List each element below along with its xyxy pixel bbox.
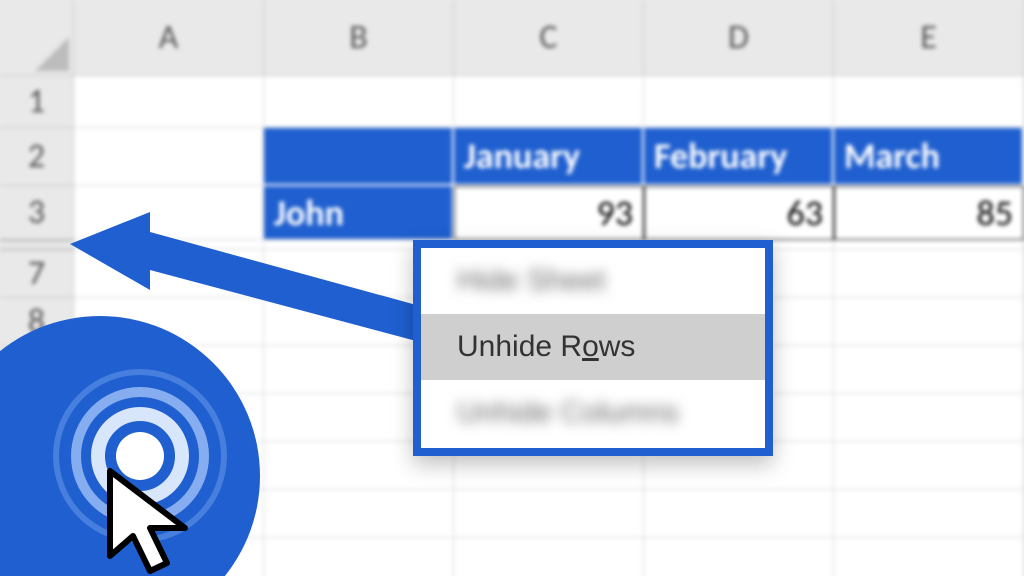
cell-C1[interactable] — [454, 76, 644, 128]
cell-D2-header[interactable]: February — [644, 128, 834, 186]
context-menu: Hide Sheet Unhide Rows Unhide Columns — [413, 240, 773, 456]
cell-E8[interactable] — [834, 298, 1024, 346]
cell-D3-value[interactable]: 63 — [644, 186, 834, 240]
cell-E1[interactable] — [834, 76, 1024, 128]
cell-B2[interactable] — [264, 128, 454, 186]
row-header-1[interactable]: 1 — [0, 76, 74, 128]
menu-item-unhide-columns[interactable]: Unhide Columns — [421, 380, 765, 446]
cell-C2-header[interactable]: January — [454, 128, 644, 186]
col-header-E[interactable]: E — [834, 0, 1024, 76]
row-2: 2 January February March — [0, 128, 1024, 186]
column-header-row: A B C D E — [0, 0, 1024, 76]
col-header-A[interactable]: A — [74, 0, 264, 76]
col-header-B[interactable]: B — [264, 0, 454, 76]
row-3: 3 John 93 63 85 — [0, 186, 1024, 240]
col-header-D[interactable]: D — [644, 0, 834, 76]
select-all-corner[interactable] — [0, 0, 74, 76]
cell-A3[interactable] — [74, 186, 264, 240]
select-all-icon — [35, 37, 69, 71]
row-header-2[interactable]: 2 — [0, 128, 74, 186]
cell-D1[interactable] — [644, 76, 834, 128]
cell-E7[interactable] — [834, 250, 1024, 298]
col-header-C[interactable]: C — [454, 0, 644, 76]
cell-E3-value[interactable]: 85 — [834, 186, 1024, 240]
cell-A1[interactable] — [74, 76, 264, 128]
menu-item-hide-sheet[interactable]: Hide Sheet — [421, 248, 765, 314]
menu-item-unhide-rows[interactable]: Unhide Rows — [421, 314, 765, 380]
cell-B1[interactable] — [264, 76, 454, 128]
menu-item-label: Unhide Rows — [457, 330, 635, 364]
row-1: 1 — [0, 76, 1024, 128]
cell-E2-header[interactable]: March — [834, 128, 1024, 186]
cell-A2[interactable] — [74, 128, 264, 186]
cell-C3-value[interactable]: 93 — [454, 186, 644, 240]
row-header-3[interactable]: 3 — [0, 186, 74, 240]
cursor-icon — [105, 466, 215, 576]
cell-A7[interactable] — [74, 250, 264, 298]
row-header-7[interactable]: 7 — [0, 250, 74, 298]
cell-B3-name[interactable]: John — [264, 186, 454, 240]
